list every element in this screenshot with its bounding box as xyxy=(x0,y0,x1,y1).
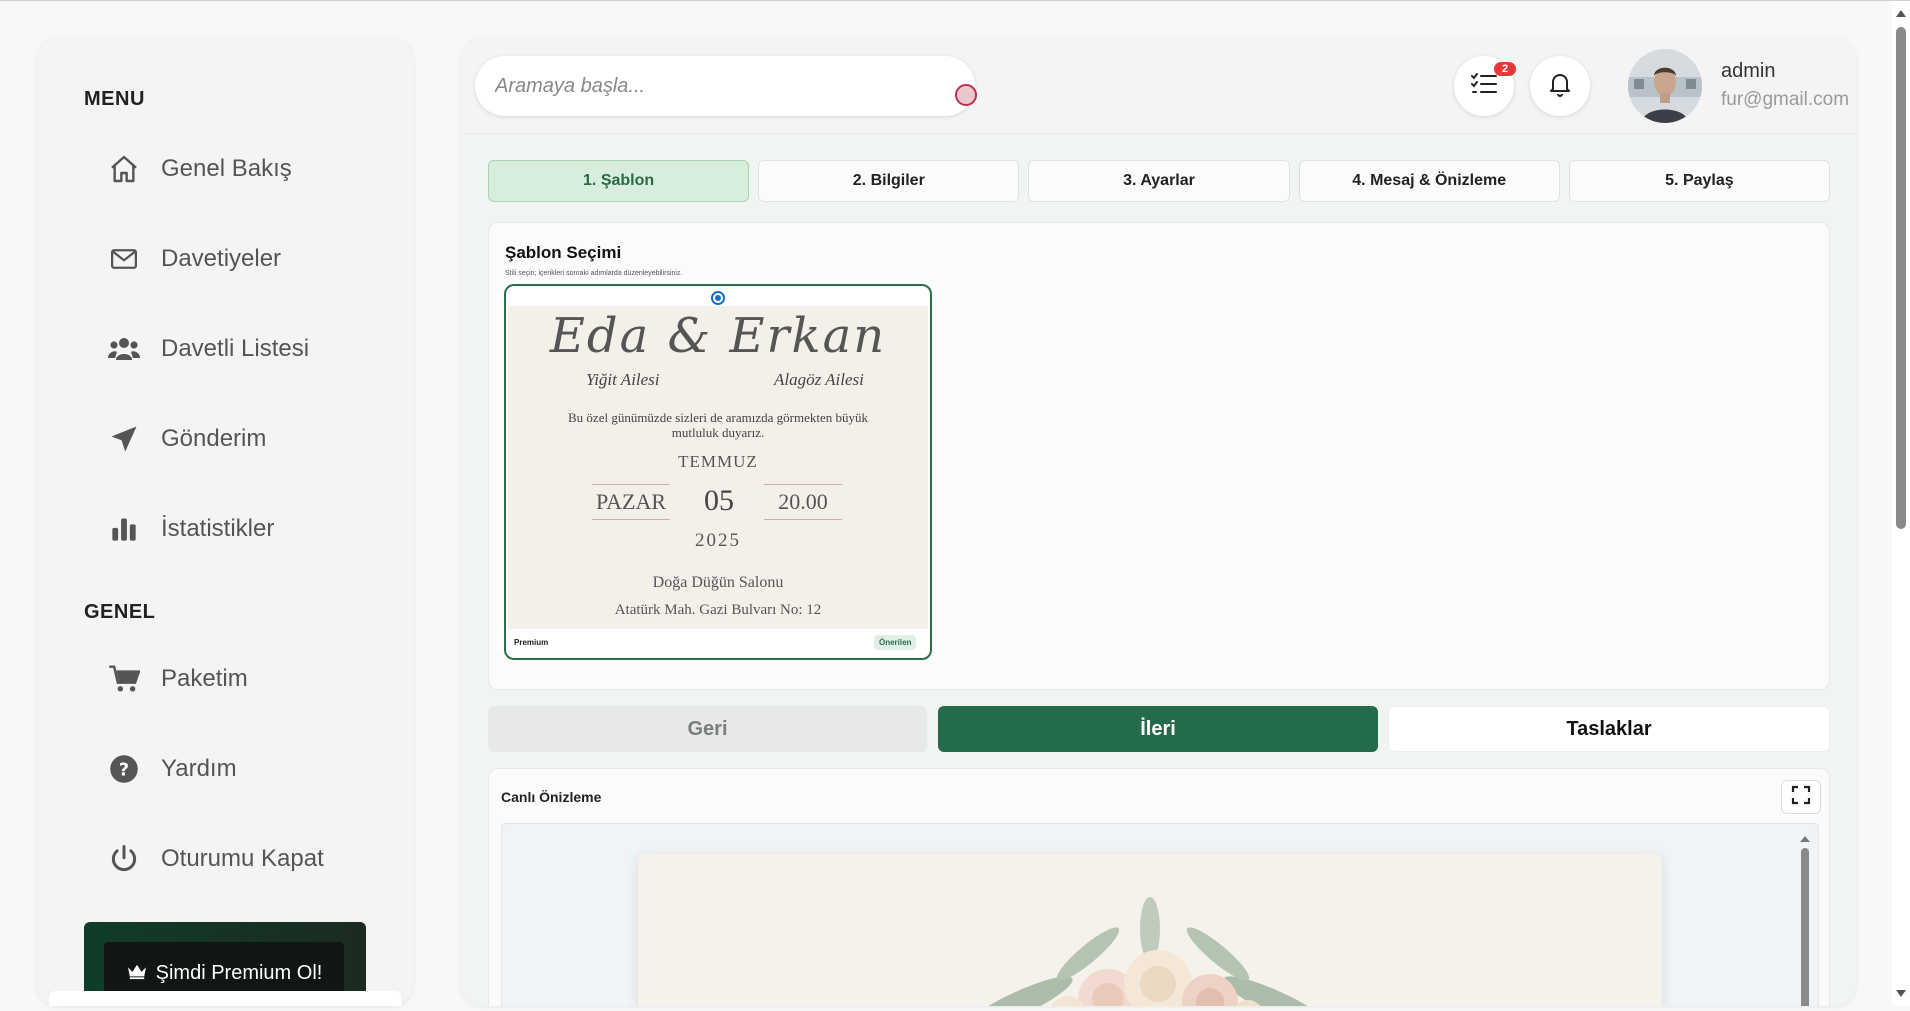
power-icon xyxy=(107,842,141,876)
sidebar: MENU Genel Bakış Davetiyeler Davetli Lis… xyxy=(37,38,413,1006)
record-indicator-icon xyxy=(955,84,977,106)
sidebar-item-label: Davetli Listesi xyxy=(161,335,310,362)
preview-frame[interactable] xyxy=(501,823,1819,1006)
sidebar-footer xyxy=(49,991,401,1006)
premium-label: Şimdi Premium Ol! xyxy=(155,962,323,984)
back-button[interactable]: Geri xyxy=(488,706,927,752)
template-thumbnail: Eda & Erkan Yiğit Ailesi Alagöz Ailesi B… xyxy=(508,306,928,629)
template-radio[interactable] xyxy=(711,291,725,305)
event-venue: Doğa Düğün Salonu xyxy=(652,574,784,591)
step-tabs: 1. Şablon 2. Bilgiler 3. Ayarlar 4. Mesa… xyxy=(488,160,1831,202)
couple-names: Eda & Erkan xyxy=(549,308,887,364)
tasks-button[interactable]: 2 xyxy=(1454,56,1516,116)
mail-icon xyxy=(107,242,141,276)
main-panel: 2 admin fur@gmail xyxy=(461,38,1856,1006)
sidebar-item-label: Paketim xyxy=(161,665,248,692)
event-weekday: PAZAR xyxy=(592,484,670,520)
wizard-actions: Geri İleri Taslaklar xyxy=(488,706,1830,752)
sidebar-item-label: Genel Bakış xyxy=(161,155,292,182)
checklist-icon xyxy=(1471,72,1497,100)
sidebar-item-davetiyeler[interactable]: Davetiyeler xyxy=(107,232,397,286)
sidebar-item-yardim[interactable]: ? Yardım xyxy=(107,742,397,796)
tab-bilgiler[interactable]: 2. Bilgiler xyxy=(758,160,1020,202)
app-window: MENU Genel Bakış Davetiyeler Davetli Lis… xyxy=(0,0,1910,1006)
section-title: Şablon Seçimi xyxy=(505,243,622,262)
sidebar-item-oturumu-kapat[interactable]: Oturumu Kapat xyxy=(107,832,397,886)
sidebar-item-label: Davetiyeler xyxy=(161,245,282,272)
avatar[interactable] xyxy=(1628,49,1702,123)
sidebar-item-label: Gönderim xyxy=(161,425,267,452)
crown-icon xyxy=(126,962,148,986)
user-name: admin xyxy=(1721,60,1776,82)
sidebar-item-davetli-listesi[interactable]: Davetli Listesi xyxy=(107,322,397,376)
search-input[interactable] xyxy=(475,56,915,116)
help-icon: ? xyxy=(107,752,141,786)
sidebar-item-label: Yardım xyxy=(161,755,237,782)
tab-sablon[interactable]: 1. Şablon xyxy=(488,160,750,202)
event-day: 05 xyxy=(704,484,734,517)
preview-title: Canlı Önizleme xyxy=(501,789,602,805)
preview-scrollbar[interactable] xyxy=(1798,832,1812,1006)
sidebar-item-istatistikler[interactable]: İstatistikler xyxy=(107,502,397,556)
sidebar-item-gonderim[interactable]: Gönderim xyxy=(107,412,397,466)
template-option[interactable]: Eda & Erkan Yiğit Ailesi Alagöz Ailesi B… xyxy=(504,284,932,660)
floral-decoration-image xyxy=(963,897,1333,1006)
next-button[interactable]: İleri xyxy=(938,706,1378,752)
search-box xyxy=(475,56,975,116)
drafts-button[interactable]: Taslaklar xyxy=(1388,706,1830,752)
tab-ayarlar[interactable]: 3. Ayarlar xyxy=(1028,160,1290,202)
top-bar: 2 admin fur@gmail xyxy=(461,38,1856,134)
tab-mesaj-onizleme[interactable]: 4. Mesaj & Önizleme xyxy=(1298,160,1560,202)
section-subtitle: Stili seçin; içerikleri sonraki adımlard… xyxy=(505,270,683,277)
live-preview-card: Canlı Önizleme xyxy=(488,768,1830,1006)
event-address: Atatürk Mah. Gazi Bulvarı No: 12 xyxy=(614,602,822,618)
preview-invitation xyxy=(638,854,1662,1006)
sidebar-item-label: Oturumu Kapat xyxy=(161,845,324,872)
template-tier: Premium xyxy=(514,638,549,647)
fullscreen-button[interactable] xyxy=(1781,780,1821,814)
bar-chart-icon xyxy=(107,512,141,546)
cart-icon xyxy=(107,662,141,696)
general-section-title: GENEL xyxy=(84,601,156,623)
tasks-badge: 2 xyxy=(1494,62,1516,76)
sidebar-item-label: İstatistikler xyxy=(161,515,275,542)
event-month: TEMMUZ xyxy=(678,452,758,471)
bell-icon xyxy=(1548,71,1572,102)
family-right: Alagöz Ailesi xyxy=(774,370,864,389)
tab-paylas[interactable]: 5. Paylaş xyxy=(1568,160,1831,202)
event-year: 2025 xyxy=(695,530,741,551)
template-selection-card: Şablon Seçimi Stili seçin; içerikleri so… xyxy=(488,222,1830,690)
menu-section-title: MENU xyxy=(84,88,145,110)
svg-text:?: ? xyxy=(119,760,129,780)
page-scrollbar[interactable] xyxy=(1892,1,1910,1006)
event-time: 20.00 xyxy=(764,484,842,520)
family-left: Yiğit Ailesi xyxy=(586,370,660,389)
invitation-message: Bu özel günümüzde sizleri de aramızda gö… xyxy=(568,410,868,440)
recommended-badge: Önerilen xyxy=(874,635,917,650)
user-email: fur@gmail.com xyxy=(1721,89,1850,110)
home-icon xyxy=(107,152,141,186)
sidebar-item-genel-bakis[interactable]: Genel Bakış xyxy=(107,142,397,196)
notifications-button[interactable] xyxy=(1530,56,1590,116)
sidebar-item-paketim[interactable]: Paketim xyxy=(107,652,397,706)
send-icon xyxy=(107,422,141,456)
expand-icon xyxy=(1791,785,1811,810)
users-icon xyxy=(107,332,141,366)
